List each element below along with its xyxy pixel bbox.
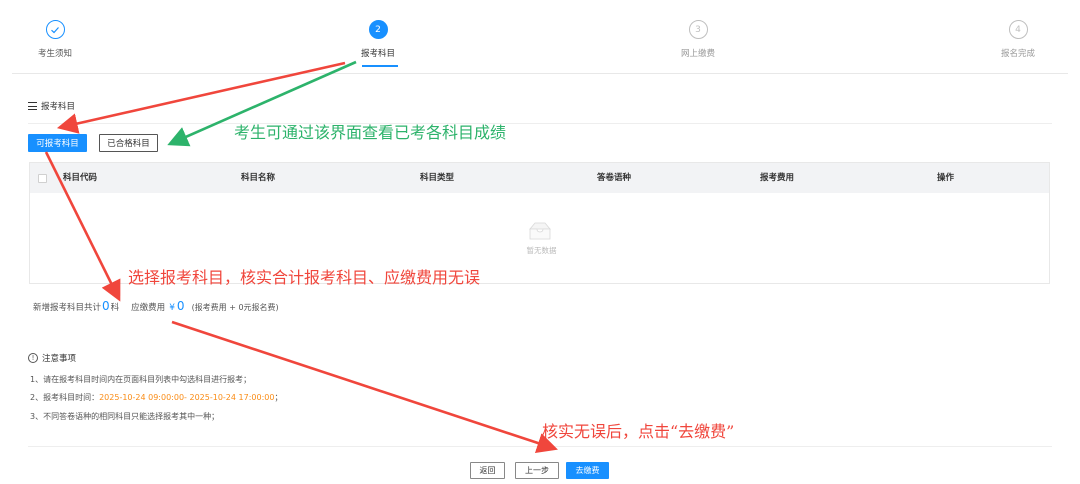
- previous-step-button[interactable]: 上一步: [515, 462, 559, 479]
- note-item-2: 2、报考科目时间：2025-10-24 09:00:00- 2025-10-24…: [30, 392, 282, 403]
- note-item-2-prefix: 2、报考科目时间：: [30, 393, 100, 402]
- back-button[interactable]: 返回: [470, 462, 505, 479]
- go-pay-button[interactable]: 去缴费: [566, 462, 609, 479]
- currency-symbol: ¥: [169, 303, 175, 313]
- note-item-3: 3、不同答卷语种的相同科目只能选择报考其中一种；: [30, 412, 220, 421]
- subject-count: 0: [102, 299, 110, 313]
- section-divider: [28, 123, 1052, 124]
- empty-text: 暂无数据: [526, 245, 557, 255]
- step-subjects: 2 报考科目: [361, 20, 395, 59]
- select-all-checkbox[interactable]: [38, 174, 47, 183]
- step-payment: 3 网上缴费: [681, 20, 715, 59]
- check-icon: [45, 20, 65, 39]
- active-step-indicator: [362, 65, 398, 67]
- column-header: 报考费用: [760, 173, 795, 183]
- header-divider: [12, 73, 1068, 74]
- section-title: 报考科目: [28, 100, 75, 112]
- column-header: 答卷语种: [597, 173, 632, 183]
- step-label: 报名完成: [1001, 49, 1036, 59]
- subject-time-range: 2025-10-24 09:00:00- 2025-10-24 17:00:00: [99, 393, 275, 402]
- fee-note: (报考费用 + 0元报名费): [191, 303, 279, 312]
- table-header: 科目代码 科目名称 科目类型 答卷语种 报考费用 操作: [30, 163, 1049, 193]
- tab-available-subjects[interactable]: 可报考科目: [28, 134, 87, 152]
- footer-divider: [28, 446, 1052, 447]
- annotation-go-pay: 核实无误后，点击“去缴费”: [542, 422, 735, 441]
- tab-passed-subjects[interactable]: 已合格科目: [99, 134, 158, 152]
- fee-prefix: 应缴费用: [131, 303, 166, 313]
- step-label: 报考科目: [361, 49, 396, 59]
- list-icon: [28, 102, 37, 110]
- step-label: 考生须知: [38, 49, 73, 59]
- step-complete: 4 报名完成: [1001, 20, 1035, 59]
- step-label: 网上缴费: [681, 49, 716, 59]
- step-number: 4: [1008, 20, 1028, 39]
- column-header: 操作: [937, 173, 955, 183]
- section-title-text: 报考科目: [41, 102, 76, 112]
- annotation-select-subjects: 选择报考科目，核实合计报考科目、应缴费用无误: [128, 268, 481, 287]
- info-icon: !: [28, 353, 38, 363]
- red-arrow-to-pay-button: [171, 320, 558, 453]
- step-number: 3: [688, 20, 708, 39]
- count-suffix: 科: [110, 303, 120, 313]
- fee-amount: 0: [176, 299, 185, 313]
- notes-title: ! 注意事项: [28, 352, 76, 364]
- note-item-2-suffix: ；: [274, 393, 283, 402]
- step-number: 2: [368, 20, 388, 39]
- notes-title-text: 注意事项: [42, 354, 77, 364]
- step-progress: 考生须知 2 报考科目 3 网上缴费 4 报名完成: [0, 0, 1080, 72]
- column-header: 科目类型: [420, 173, 455, 183]
- annotation-passed-subjects: 考生可通过该界面查看已考各科目成绩: [234, 123, 507, 142]
- step-notice: 考生须知: [38, 20, 72, 59]
- note-item-1: 1、请在报考科目时间内在页面科目列表中勾选科目进行报考；: [30, 375, 252, 384]
- selection-summary: 新增报考科目共计 0 科 应缴费用 ¥ 0 (报考费用 + 0元报名费): [33, 299, 279, 313]
- column-header: 科目代码: [63, 173, 98, 183]
- column-header: 科目名称: [241, 173, 276, 183]
- count-prefix: 新增报考科目共计: [33, 303, 102, 313]
- empty-box-icon: [528, 222, 551, 239]
